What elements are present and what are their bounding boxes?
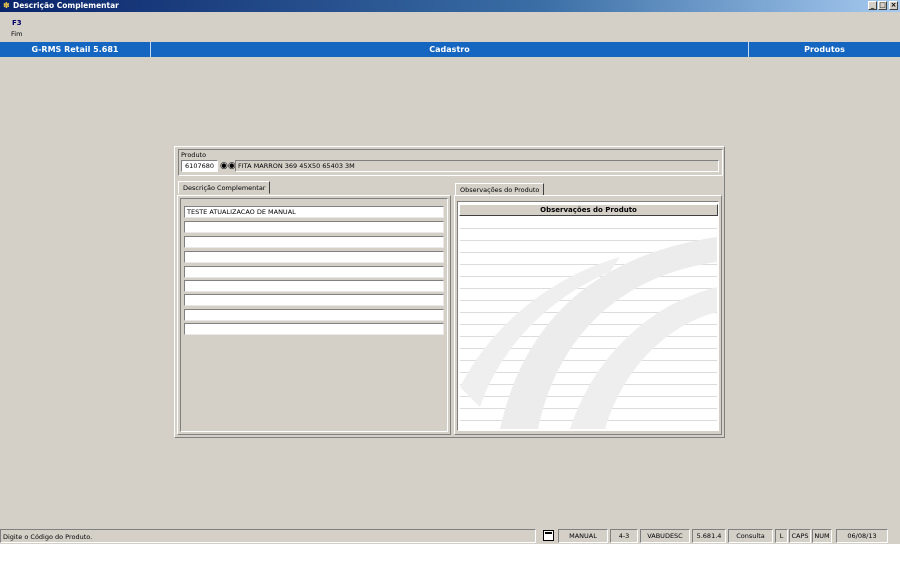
status-operation: Consulta	[728, 529, 773, 543]
status-version-code: 4-3	[610, 529, 638, 543]
status-build: 5.681.4	[692, 529, 726, 543]
document-icon	[543, 530, 554, 541]
close-button[interactable]: ×	[889, 1, 898, 10]
produto-description-field: FITA MARRON 369 45X50 65403 3M	[235, 160, 719, 172]
descricao-line-input[interactable]	[184, 236, 444, 248]
descricao-line-input[interactable]: TESTE ATUALIZACAO DE MANUAL	[184, 206, 444, 218]
fkey-f3-label[interactable]: Fim	[11, 30, 22, 38]
descricao-line-input[interactable]	[184, 221, 444, 233]
status-message: Digite o Código do Produto.	[0, 529, 536, 543]
status-program: VABUDESC	[640, 529, 690, 543]
status-date: 06/08/13	[836, 529, 888, 543]
status-caps: CAPS	[789, 529, 811, 543]
produto-label: Produto	[181, 151, 207, 159]
descricao-line-input[interactable]	[184, 251, 444, 263]
binoculars-search-icon[interactable]: ◉◉	[220, 160, 236, 172]
status-num: NUM	[812, 529, 832, 543]
maximize-button[interactable]: □	[878, 1, 887, 10]
observacoes-column-header: Observações do Produto	[459, 204, 718, 216]
watermark-logo-icon	[460, 237, 717, 429]
window-title: Descrição Complementar	[13, 1, 119, 10]
header-bar: G-RMS Retail 5.681 Cadastro Produtos	[0, 42, 900, 57]
fkey-f3[interactable]: F3	[12, 19, 22, 27]
bottom-margin	[0, 544, 900, 562]
app-icon: ✽	[3, 1, 10, 10]
status-mode: MANUAL	[558, 529, 608, 543]
header-section: Produtos	[804, 45, 845, 54]
descricao-line-input[interactable]	[184, 294, 444, 306]
descricao-line-input[interactable]	[184, 323, 444, 335]
tab-descricao-complementar[interactable]: Descrição Complementar	[178, 181, 271, 194]
header-module: Cadastro	[429, 45, 470, 54]
status-l: L	[775, 529, 788, 543]
descricao-line-input[interactable]	[184, 309, 444, 321]
window-titlebar: ✽ Descrição Complementar _ □ ×	[0, 0, 900, 12]
minimize-button[interactable]: _	[868, 1, 877, 10]
header-app-name: G-RMS Retail 5.681	[31, 45, 119, 54]
descricao-line-input[interactable]	[184, 266, 444, 278]
produto-code-input[interactable]: 6107680	[181, 160, 218, 172]
descricao-line-input[interactable]	[184, 280, 444, 292]
